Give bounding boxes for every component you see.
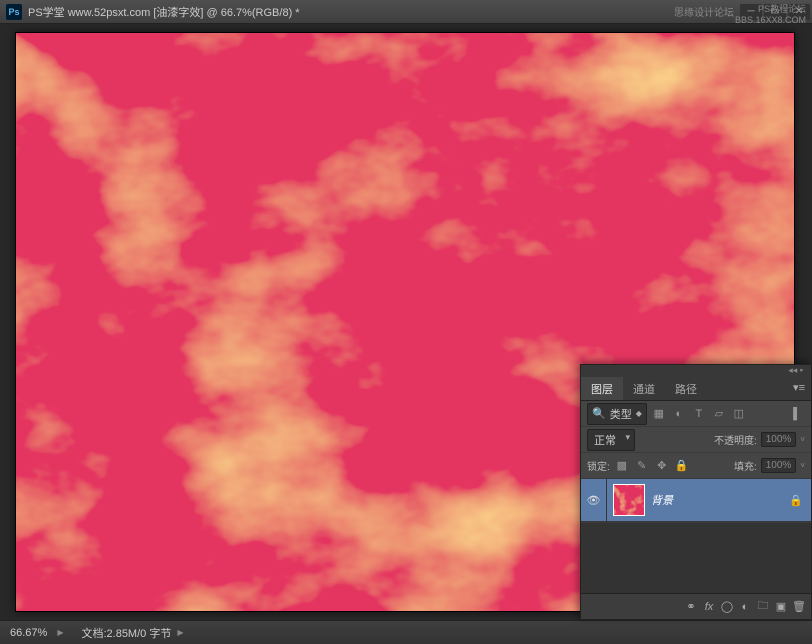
search-icon: 🔍 bbox=[592, 407, 606, 420]
layer-lock-icon: 🔒 bbox=[789, 494, 803, 507]
fill-label: 填充: bbox=[734, 458, 757, 473]
titlebar: Ps PS学堂 www.52psxt.com [油漆字效] @ 66.7%(RG… bbox=[0, 0, 812, 24]
blend-opacity-row: 正常 不透明度: 100% ˅ bbox=[581, 427, 811, 453]
docinfo-popup-icon[interactable]: ▶ bbox=[177, 628, 183, 637]
delete-layer-icon[interactable]: 🗑 bbox=[791, 599, 807, 615]
layer-row-background[interactable]: 👁 背景 � bbox=[581, 479, 811, 521]
watermark-text: 思缘设计论坛 bbox=[674, 4, 734, 19]
layer-thumbnail[interactable] bbox=[613, 484, 645, 516]
tab-paths[interactable]: 路径 bbox=[665, 377, 707, 400]
filter-type-icon[interactable]: T bbox=[691, 406, 707, 422]
panel-tabs: 图层 通道 路径 ▾≡ bbox=[581, 377, 811, 401]
lock-position-icon[interactable]: ✥ bbox=[654, 458, 670, 474]
document-title: PS学堂 www.52psxt.com [油漆字效] @ 66.7%(RGB/8… bbox=[28, 4, 300, 20]
zoom-level[interactable]: 66.67% bbox=[0, 627, 57, 639]
adjustment-layer-icon[interactable]: ◐ bbox=[737, 599, 753, 615]
layers-panel-footer: ⚭ fx ◯ ◐ 🗀 ▣ 🗑 bbox=[581, 593, 811, 619]
filter-adjust-icon[interactable]: ◐ bbox=[671, 406, 687, 422]
opacity-label: 不透明度: bbox=[714, 432, 757, 447]
filter-shape-icon[interactable]: ▱ bbox=[711, 406, 727, 422]
layer-empty-area[interactable] bbox=[581, 523, 811, 593]
lock-fill-row: 锁定: ▩ ✎ ✥ 🔒 填充: 100% ˅ bbox=[581, 453, 811, 479]
link-layers-icon[interactable]: ⚭ bbox=[683, 599, 699, 615]
layer-list: 👁 背景 � bbox=[581, 479, 811, 523]
filter-toggle-icon[interactable]: ▌ bbox=[789, 406, 805, 422]
visibility-eye-icon[interactable]: 👁 bbox=[581, 479, 607, 521]
statusbar: 66.67% ▶ 文档:2.85M/0 字节 ▶ bbox=[0, 620, 812, 644]
filter-smart-icon[interactable]: ◫ bbox=[731, 406, 747, 422]
fx-icon[interactable]: fx bbox=[701, 599, 717, 615]
layer-mask-icon[interactable]: ◯ bbox=[719, 599, 735, 615]
layers-panel: ◂◂ ▪ 图层 通道 路径 ▾≡ 🔍 类型 ◆ ▦ ◐ T ▱ ◫ ▌ 正常 不… bbox=[580, 364, 812, 620]
lock-all-icon[interactable]: 🔒 bbox=[674, 458, 690, 474]
lock-pixels-icon[interactable]: ✎ bbox=[634, 458, 650, 474]
filter-type-dropdown[interactable]: 🔍 类型 ◆ bbox=[587, 403, 647, 425]
lock-label: 锁定: bbox=[587, 458, 610, 473]
corner-watermark: PS教程论坛 BBS.16XX8.COM bbox=[735, 4, 806, 26]
opacity-value[interactable]: 100% bbox=[761, 432, 797, 447]
ps-app-icon: Ps bbox=[6, 4, 22, 20]
lock-transparency-icon[interactable]: ▩ bbox=[614, 458, 630, 474]
layer-filter-row: 🔍 类型 ◆ ▦ ◐ T ▱ ◫ ▌ bbox=[581, 401, 811, 427]
tab-channels[interactable]: 通道 bbox=[623, 377, 665, 400]
panel-menu-icon[interactable]: ▾≡ bbox=[787, 377, 811, 400]
zoom-popup-icon[interactable]: ▶ bbox=[57, 628, 63, 637]
filter-pixel-icon[interactable]: ▦ bbox=[651, 406, 667, 422]
fill-value[interactable]: 100% bbox=[761, 458, 797, 473]
blend-mode-dropdown[interactable]: 正常 bbox=[587, 429, 635, 451]
new-layer-icon[interactable]: ▣ bbox=[773, 599, 789, 615]
group-icon[interactable]: 🗀 bbox=[755, 599, 771, 615]
panel-collapse-bar[interactable]: ◂◂ ▪ bbox=[581, 365, 811, 377]
layer-name[interactable]: 背景 bbox=[651, 492, 789, 508]
document-info[interactable]: 文档:2.85M/0 字节 bbox=[75, 625, 177, 641]
tab-layers[interactable]: 图层 bbox=[581, 377, 623, 400]
